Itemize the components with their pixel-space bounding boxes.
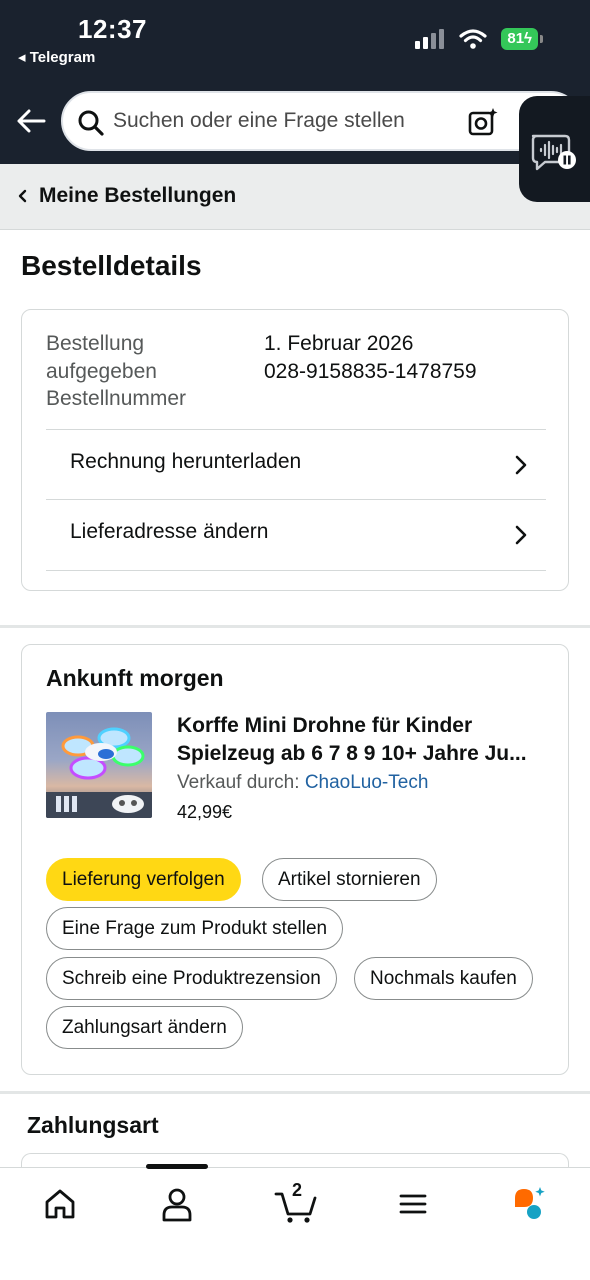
search-header <box>0 80 590 164</box>
breadcrumb[interactable]: Meine Bestellungen <box>0 164 590 230</box>
cancel-item-button[interactable]: Artikel stornieren <box>262 858 437 901</box>
change-payment-button[interactable]: Zahlungsart ändern <box>46 1006 243 1049</box>
active-tab-indicator <box>146 1164 208 1169</box>
arrival-status: Ankunft morgen <box>46 665 224 691</box>
product-price: 42,99€ <box>177 802 233 822</box>
order-info-labels: Bestellung aufgegeben Bestellnummer <box>46 330 186 413</box>
write-review-button[interactable]: Schreib eine Produktrezension <box>46 957 337 1000</box>
charging-icon: ϟ <box>524 30 532 47</box>
divider <box>46 570 546 571</box>
page-title: Bestelldetails <box>21 250 202 281</box>
delivery-card: Ankunft morgen Korffe Mini Drohne für Ki… <box>21 644 569 1075</box>
order-number-label: Bestellnummer <box>46 387 187 410</box>
menu-icon[interactable] <box>393 1184 433 1224</box>
change-address-link[interactable]: Lieferadresse ändern <box>46 499 546 569</box>
chevron-right-icon <box>515 525 527 545</box>
voice-chat-paused-icon <box>531 134 576 171</box>
order-number: 028-9158835-1478759 <box>264 359 477 383</box>
seller-link[interactable]: ChaoLuo-Tech <box>305 772 429 793</box>
back-to-telegram-link[interactable]: ◂ Telegram <box>18 48 95 66</box>
sold-by-label: Verkauf durch: <box>177 772 300 793</box>
breadcrumb-label: Meine Bestellungen <box>39 184 237 207</box>
status-time: 12:37 <box>78 14 147 44</box>
track-package-button[interactable]: Lieferung verfolgen <box>46 858 241 901</box>
chevron-right-icon <box>515 455 527 475</box>
payment-section-title: Zahlungsart <box>27 1112 159 1138</box>
order-info-card: Bestellung aufgegeben Bestellnummer 1. F… <box>21 309 569 591</box>
download-invoice-link[interactable]: Rechnung herunterladen <box>46 429 546 499</box>
order-placed-label-line1: Bestellung <box>46 332 145 355</box>
order-placed-label-line2: aufgegeben <box>46 359 157 383</box>
change-address-label: Lieferadresse ändern <box>70 520 269 543</box>
rufus-assistant-icon[interactable] <box>510 1184 550 1224</box>
bottom-nav: 2 <box>0 1164 590 1280</box>
product-title-line1: Korffe Mini Drohne für Kinder <box>177 714 473 737</box>
search-input[interactable] <box>113 93 453 149</box>
home-icon[interactable] <box>40 1184 80 1224</box>
status-bar: 12:37 ◂ Telegram 81ϟ <box>0 0 590 80</box>
ask-product-question-button[interactable]: Eine Frage zum Produkt stellen <box>46 907 344 950</box>
camera-search-icon[interactable] <box>467 106 499 138</box>
product-image[interactable] <box>46 712 152 818</box>
wifi-icon <box>459 29 487 49</box>
status-icons: 81ϟ <box>415 28 543 50</box>
signal-icon <box>415 29 445 49</box>
order-info-values: 1. Februar 2026 028-9158835-1478759 <box>264 330 477 385</box>
battery-indicator: 81ϟ <box>501 28 543 50</box>
download-invoice-label: Rechnung herunterladen <box>70 450 302 473</box>
section-divider <box>0 625 590 628</box>
account-icon[interactable] <box>157 1184 197 1224</box>
section-divider <box>0 1091 590 1094</box>
product-title[interactable]: Korffe Mini Drohne für Kinder Spielzeug … <box>177 712 549 768</box>
drone-product-thumbnail <box>46 727 152 818</box>
order-date: 1. Februar 2026 <box>264 332 414 355</box>
chevron-left-icon <box>18 189 27 203</box>
product-title-line2: Spielzeug ab 6 7 8 9 10+ Jahre Ju... <box>177 742 527 765</box>
voice-assistant-bubble[interactable] <box>519 96 590 202</box>
search-box[interactable] <box>61 91 581 151</box>
search-icon <box>78 110 104 136</box>
seller-info: Verkauf durch: ChaoLuo-Tech <box>177 772 428 794</box>
battery-level: 81 <box>507 30 525 47</box>
back-arrow-icon[interactable] <box>14 104 48 138</box>
buy-again-button[interactable]: Nochmals kaufen <box>354 957 533 1000</box>
cart-icon[interactable] <box>274 1184 318 1224</box>
